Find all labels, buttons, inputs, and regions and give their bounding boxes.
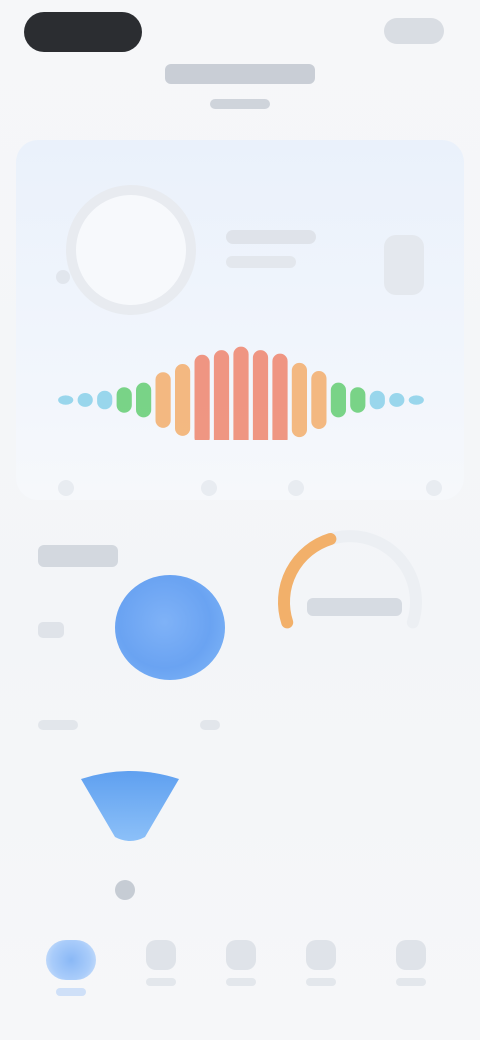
summary-info (226, 230, 316, 268)
tick-mark (58, 480, 74, 496)
funnel-graphic (75, 765, 185, 845)
nav-label (226, 978, 256, 986)
equalizer-bar (58, 395, 74, 405)
tick-mark (426, 480, 442, 496)
status-pill[interactable] (24, 12, 142, 52)
gauge-svg (277, 530, 422, 629)
bottom-nav (0, 930, 480, 1010)
top-action-button[interactable] (384, 18, 444, 44)
bell-icon (306, 940, 336, 970)
funnel-svg (81, 771, 179, 841)
caption-bar (38, 720, 78, 730)
equalizer-graph (56, 330, 426, 440)
score-ring (66, 185, 196, 315)
profile-icon (396, 940, 426, 970)
equalizer-bar (97, 390, 113, 410)
equalizer-bar (252, 350, 269, 440)
gauge-value (307, 598, 402, 616)
nav-item-alerts[interactable] (296, 940, 346, 986)
nav-label (396, 978, 426, 986)
tick-mark (201, 480, 217, 496)
caption-bar (200, 720, 220, 730)
section-title (38, 545, 118, 567)
nav-item-profile[interactable] (386, 940, 436, 986)
equalizer-bar (155, 372, 171, 428)
nav-label (56, 988, 86, 996)
summary-line (226, 230, 316, 244)
equalizer-bar (291, 362, 307, 438)
nav-label (306, 978, 336, 986)
equalizer-bar (272, 353, 288, 440)
activity-bubble[interactable] (115, 575, 225, 680)
equalizer-bar (136, 382, 152, 418)
equalizer-bar (389, 393, 405, 407)
app-screen (0, 0, 480, 1040)
equalizer-bar (408, 395, 424, 405)
tick-row (16, 480, 464, 500)
funnel-dot (115, 880, 135, 900)
equalizer-bar (116, 387, 132, 413)
nav-item-home[interactable] (46, 940, 96, 996)
summary-line (226, 256, 296, 268)
equalizer-bar (330, 382, 346, 418)
equalizer-bar (233, 346, 249, 440)
tick-mark (288, 480, 304, 496)
progress-gauge[interactable] (262, 520, 432, 670)
side-label (38, 622, 64, 638)
indicator-dot (56, 270, 70, 284)
header (0, 64, 480, 109)
equalizer-bar (311, 371, 327, 429)
chart-icon (146, 940, 176, 970)
equalizer-bar (350, 387, 366, 413)
main-card[interactable] (16, 140, 464, 500)
equalizer-bar (77, 393, 93, 407)
equalizer-bar (194, 354, 210, 440)
nav-item-stats[interactable] (136, 940, 186, 986)
page-subtitle (210, 99, 270, 109)
toggle-knob[interactable] (384, 235, 424, 295)
device-icon (226, 940, 256, 970)
home-icon (46, 940, 96, 980)
equalizer-bar (175, 364, 191, 436)
equalizer-bar (213, 350, 230, 440)
equalizer-bar (369, 390, 385, 410)
page-title (165, 64, 315, 84)
nav-item-device[interactable] (216, 940, 266, 986)
nav-label (146, 978, 176, 986)
funnel-shape (81, 771, 179, 841)
equalizer-svg (58, 346, 424, 440)
